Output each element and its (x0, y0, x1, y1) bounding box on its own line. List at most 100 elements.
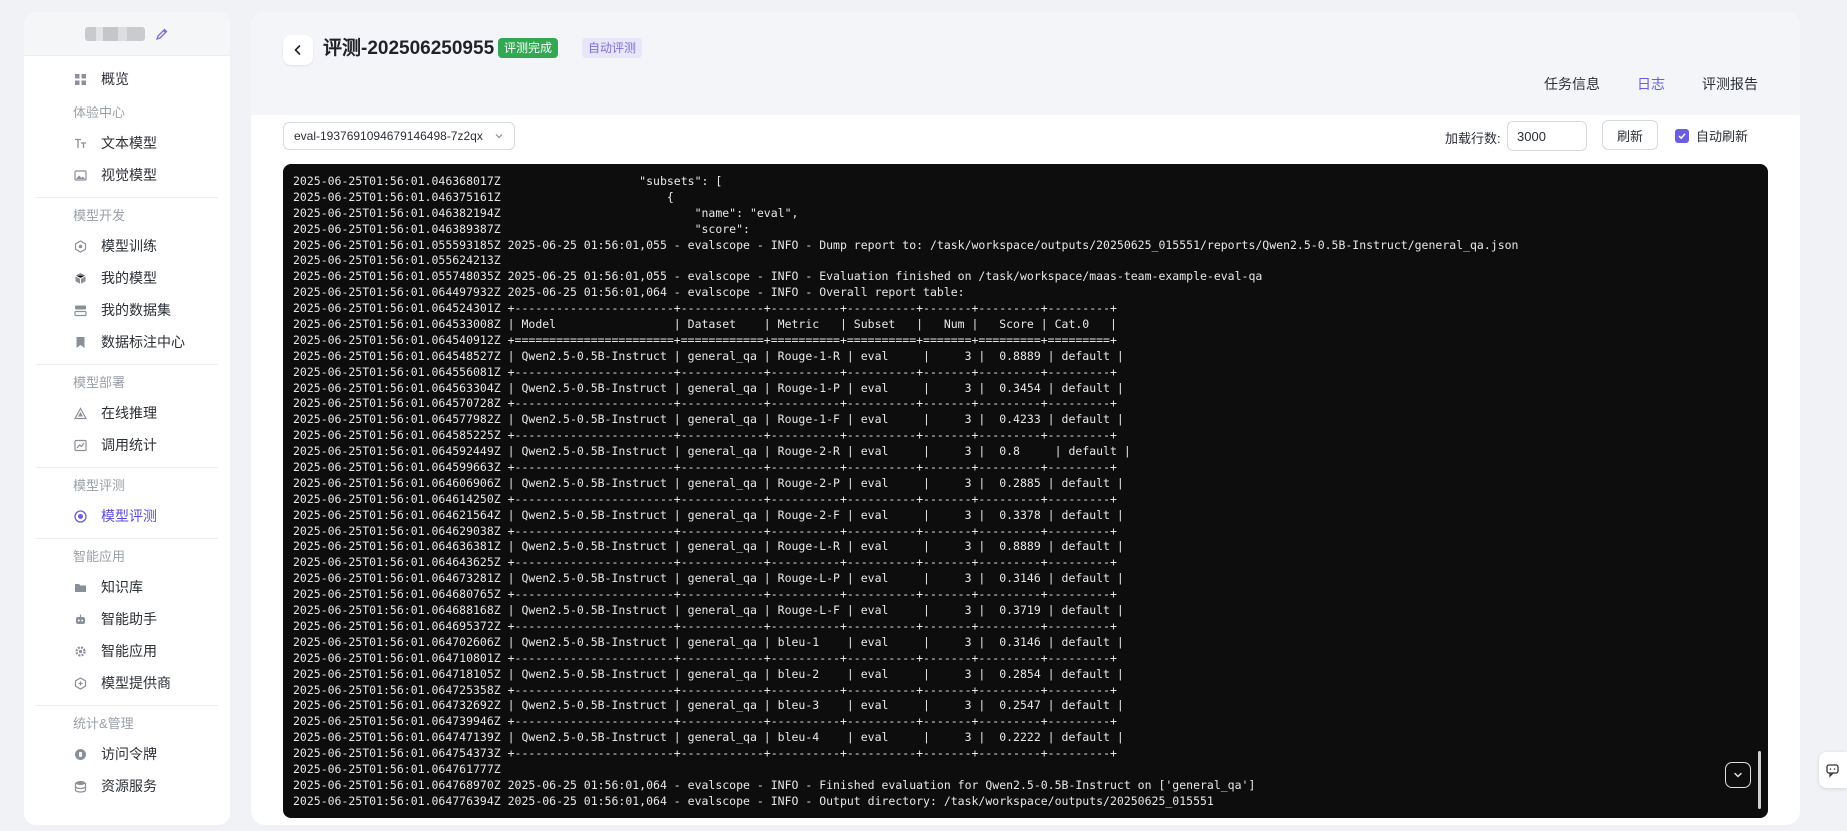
main-panel: 评测-202506250955 评测完成 自动评测 任务信息 日志 评测报告 e… (251, 12, 1800, 825)
back-button[interactable] (283, 35, 313, 65)
tab-bar: 任务信息 日志 评测报告 (1544, 74, 1758, 94)
cube-icon (74, 272, 87, 285)
sidebar-item[interactable]: 文本模型 (24, 127, 230, 159)
log-line: 2025-06-25T01:56:01.064497932Z 2025-06-2… (293, 285, 965, 300)
sidebar-item[interactable]: 访问令牌 (24, 738, 230, 770)
target-icon (74, 510, 87, 523)
log-line: 2025-06-25T01:56:01.064592449Z | Qwen2.5… (293, 444, 1131, 459)
bookmark-icon (74, 336, 87, 349)
log-line: 2025-06-25T01:56:01.046375161Z { (293, 189, 674, 204)
log-line: 2025-06-25T01:56:01.064680765Z +--------… (293, 587, 1117, 602)
sidebar-item[interactable]: 概览 (24, 63, 230, 95)
log-line: 2025-06-25T01:56:01.055748035Z 2025-06-2… (293, 269, 1263, 284)
tab-eval-report[interactable]: 评测报告 (1702, 74, 1758, 94)
log-line: 2025-06-25T01:56:01.064556081Z +--------… (293, 364, 1117, 379)
sidebar-item[interactable]: 智能助手 (24, 603, 230, 635)
sidebar-group-label: 体验中心 (73, 104, 126, 120)
sidebar-item[interactable]: 知识库 (24, 571, 230, 603)
chat-bubble-icon (1826, 764, 1839, 778)
log-line: 2025-06-25T01:56:01.064540912Z +========… (293, 332, 1117, 347)
hexagon-icon (74, 240, 87, 253)
chevron-left-icon (294, 45, 301, 55)
sidebar-item[interactable]: 资源服务 (24, 770, 230, 802)
log-line: 2025-06-25T01:56:01.046389387Z "score": (293, 221, 750, 236)
log-line: 2025-06-25T01:56:01.064747139Z | Qwen2.5… (293, 730, 1124, 745)
sidebar-item-label: 资源服务 (101, 778, 157, 794)
log-line: 2025-06-25T01:56:01.064636381Z | Qwen2.5… (293, 539, 1124, 554)
sidebar-item-label: 我的数据集 (101, 302, 171, 318)
page-header: 评测-202506250955 评测完成 自动评测 任务信息 日志 评测报告 (251, 12, 1800, 115)
sidebar-item-label: 文本模型 (101, 135, 157, 151)
log-line: 2025-06-25T01:56:01.064732692Z | Qwen2.5… (293, 698, 1124, 713)
workspace-header (24, 12, 230, 56)
checkbox-checked-icon[interactable] (1675, 128, 1689, 143)
lines-input[interactable] (1507, 121, 1587, 151)
log-scrollbar[interactable] (1758, 751, 1761, 809)
sidebar-item-label: 在线推理 (101, 405, 157, 421)
sidebar-item[interactable]: 模型训练 (24, 230, 230, 262)
sidebar-item[interactable]: 视觉模型 (24, 159, 230, 191)
chat-help-button[interactable] (1819, 752, 1847, 788)
page-title: 评测-202506250955 (323, 38, 495, 59)
sidebar-item-label: 视觉模型 (101, 167, 157, 183)
sidebar-item-label: 智能应用 (101, 643, 157, 659)
token-icon (74, 748, 87, 761)
sidebar-item[interactable]: 我的模型 (24, 262, 230, 294)
database-icon (74, 780, 87, 793)
run-select[interactable]: eval-1937691094679146498-7z2qx (283, 122, 515, 150)
log-line: 2025-06-25T01:56:01.064621564Z | Qwen2.5… (293, 507, 1124, 522)
sidebar-item-label: 我的模型 (101, 270, 157, 286)
tab-task-info[interactable]: 任务信息 (1544, 74, 1600, 94)
refresh-button[interactable]: 刷新 (1602, 120, 1658, 150)
log-line: 2025-06-25T01:56:01.064629038Z +--------… (293, 523, 1117, 538)
sidebar-group-label: 统计&管理 (73, 715, 134, 731)
log-line: 2025-06-25T01:56:01.064563304Z | Qwen2.5… (293, 380, 1124, 395)
gear-icon (74, 645, 87, 658)
text-icon (74, 137, 87, 150)
sidebar-item[interactable]: 调用统计 (24, 429, 230, 461)
run-select-value: eval-1937691094679146498-7z2qx (294, 129, 483, 143)
dataset-icon (74, 304, 87, 317)
log-line: 2025-06-25T01:56:01.064577982Z | Qwen2.5… (293, 412, 1124, 427)
chevron-down-icon (494, 131, 504, 141)
tab-logs[interactable]: 日志 (1637, 74, 1665, 94)
image-icon (74, 169, 87, 182)
log-line: 2025-06-25T01:56:01.064524301Z +--------… (293, 301, 1117, 316)
log-line: 2025-06-25T01:56:01.064688168Z | Qwen2.5… (293, 603, 1124, 618)
auto-refresh-toggle[interactable]: 自动刷新 (1675, 126, 1748, 145)
sidebar-item-label: 模型提供商 (101, 675, 171, 691)
log-console[interactable]: 2025-06-25T01:56:01.046368017Z "subsets"… (283, 164, 1768, 818)
scroll-to-bottom-button[interactable] (1725, 762, 1751, 788)
sidebar-item-label: 模型训练 (101, 238, 157, 254)
log-line: 2025-06-25T01:56:01.064710801Z +--------… (293, 650, 1117, 665)
log-line: 2025-06-25T01:56:01.064725358Z +--------… (293, 682, 1117, 697)
sidebar-item-label: 概览 (101, 71, 129, 87)
log-line: 2025-06-25T01:56:01.064761777Z (293, 761, 501, 776)
log-line: 2025-06-25T01:56:01.064702606Z | Qwen2.5… (293, 634, 1124, 649)
log-line: 2025-06-25T01:56:01.064754373Z +--------… (293, 746, 1117, 761)
triangle-icon (74, 407, 87, 420)
log-line: 2025-06-25T01:56:01.064606906Z | Qwen2.5… (293, 475, 1124, 490)
log-line: 2025-06-25T01:56:01.055593185Z 2025-06-2… (293, 237, 1519, 252)
sidebar-item[interactable]: 模型提供商 (24, 667, 230, 699)
log-line: 2025-06-25T01:56:01.055624213Z (293, 253, 501, 268)
sidebar-item[interactable]: 数据标注中心 (24, 326, 230, 358)
log-line: 2025-06-25T01:56:01.064673281Z | Qwen2.5… (293, 571, 1124, 586)
sidebar-item[interactable]: 模型评测 (24, 500, 230, 532)
sidebar-item-label: 访问令牌 (101, 746, 157, 762)
chevron-down-icon (1734, 772, 1742, 778)
sidebar-item-label: 知识库 (101, 579, 143, 595)
edit-pencil-icon[interactable] (155, 27, 169, 41)
chart-icon (74, 439, 87, 452)
sidebar: 概览 体验中心 文本模型 视觉模型 模型开发 模型训练 我的模型 我的数据集 数据标注中心 模型部… (24, 12, 230, 825)
log-line: 2025-06-25T01:56:01.046368017Z "subsets"… (293, 174, 723, 188)
type-badge: 自动评测 (582, 38, 643, 58)
log-line: 2025-06-25T01:56:01.064643625Z +--------… (293, 555, 1117, 570)
auto-refresh-label: 自动刷新 (1696, 129, 1749, 144)
log-line: 2025-06-25T01:56:01.064739946Z +--------… (293, 714, 1117, 729)
sidebar-item[interactable]: 我的数据集 (24, 294, 230, 326)
sidebar-group-label: 智能应用 (73, 548, 126, 564)
log-line: 2025-06-25T01:56:01.064585225Z +--------… (293, 428, 1117, 443)
sidebar-item[interactable]: 在线推理 (24, 397, 230, 429)
sidebar-item[interactable]: 智能应用 (24, 635, 230, 667)
